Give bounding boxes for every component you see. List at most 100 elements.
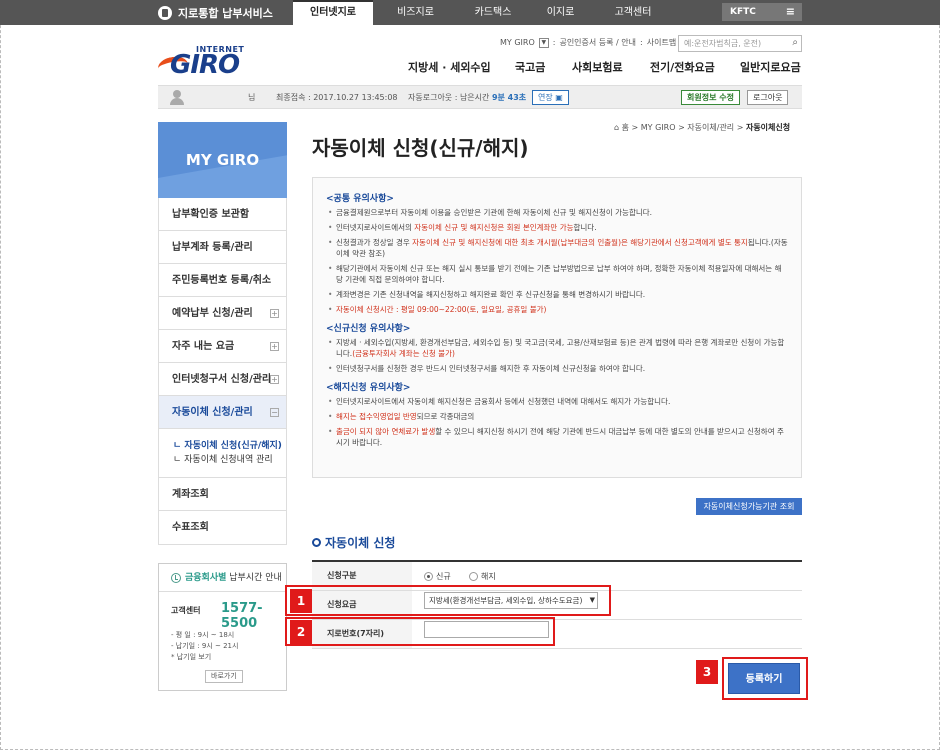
notice-line: 자동이체 신청시간 : 평일 09:00~22:00(토, 일요일, 공휴일 불…: [326, 304, 788, 315]
top-brand-label: 지로통합 납부서비스: [178, 7, 273, 20]
breadcrumb-current: 자동이체신청: [745, 123, 791, 132]
expand-plus-icon[interactable]: +: [270, 375, 279, 384]
logout-button[interactable]: 로그아웃: [747, 90, 789, 105]
annotation-badge-2: 2: [290, 620, 312, 644]
notice-line-text: 금융결제원으로부터 자동이체 이용을 승인받은 기관에 한해 자동이체 신규 및…: [336, 208, 653, 217]
breadcrumb-path: 홈 > MY GIRO > 자동이체/관리 >: [621, 123, 746, 132]
util-separator: :: [552, 38, 556, 47]
form-title: 자동이체 신청: [312, 534, 395, 551]
gnb-social-insurance[interactable]: 사회보험료: [572, 59, 623, 75]
collapse-minus-icon[interactable]: −: [270, 408, 279, 417]
dropdown-icon[interactable]: ▼: [538, 37, 549, 48]
notice-line-highlight: 해지는 접수익영업일 반영: [336, 412, 417, 421]
notice-line-highlight: 출금이 되지 않아 연체료가 발생: [336, 427, 436, 436]
expand-plus-icon[interactable]: +: [270, 309, 279, 318]
sidebar-item-frequent-fees[interactable]: 자주 내는 요금 +: [159, 330, 286, 363]
sidebar-item-autopay[interactable]: 자동이체 신청/관리 −: [159, 396, 286, 429]
sidebar-item-account-mgmt[interactable]: 납부계좌 등록/관리: [159, 231, 286, 264]
util-cert-link[interactable]: 공인인증서 등록 / 안내: [559, 37, 636, 48]
gnb-local-tax[interactable]: 지방세 · 세외수입: [408, 59, 491, 75]
radio-new-label: 신규: [436, 572, 451, 581]
search-placeholder: 예:운전자범칙금, 운전): [684, 39, 762, 48]
gnb-general-giro[interactable]: 일반지로요금: [740, 59, 801, 75]
avatar-icon: [170, 90, 184, 105]
notice-section-heading: <공통 유의사항>: [326, 194, 394, 204]
home-icon[interactable]: ⌂: [614, 123, 619, 132]
notice-line-highlight: 자동이체 신청시간 : 평일 09:00~22:00(토, 일요일, 공휴일 불…: [336, 305, 547, 314]
payment-time-notice: 금융회사별 납부시간 안내 고객센터 1577-5500 - 평 일 : 9시 …: [158, 563, 287, 691]
brand-logo-icon: [158, 6, 172, 20]
top-bar: 지로통합 납부서비스 인터넷지로 비즈지로 카드택스 이지로 고객센터 KFTC…: [0, 0, 940, 25]
tab-biz-giro[interactable]: 비즈지로: [373, 0, 458, 25]
breadcrumb: ⌂ 홈 > MY GIRO > 자동이체/관리 > 자동이체신청: [614, 122, 790, 133]
sidebar-item-reserved-pay[interactable]: 예약납부 신청/관리 +: [159, 297, 286, 330]
notice-line-text: 해당기관에서 자동이체 신규 또는 해지 실시 통보를 받기 전에는 기존 납부…: [336, 264, 782, 284]
annotation-box-1: [285, 585, 611, 616]
notice-line-text: 되므로 각종대금의: [416, 412, 475, 421]
sidebar-item-label: 자동이체 신청/관리: [172, 407, 253, 418]
notice-line-text: 인터넷지로사이트에서의: [336, 223, 415, 232]
util-separator: :: [640, 38, 643, 47]
extend-label: 연장: [538, 93, 553, 102]
clock-icon: [171, 572, 181, 583]
notice-line: 금융결제원으로부터 자동이체 이용을 승인받은 기관에 한해 자동이체 신규 및…: [326, 207, 788, 218]
search-icon[interactable]: ⌕: [792, 37, 798, 48]
radio-cancel[interactable]: 해지: [469, 571, 496, 582]
tab-internet-giro[interactable]: 인터넷지로: [293, 0, 373, 25]
notice-title[interactable]: 금융회사별 납부시간 안내: [159, 564, 286, 592]
notice-line-text: 신청결과가 정상일 경우: [336, 238, 413, 247]
sidebar-item-label: 수표조회: [172, 522, 209, 533]
hours-due-date-link[interactable]: * 납기일 보기: [171, 652, 238, 663]
login-bar: 님 최종접속 : 2017.10.27 13:45:08 자동로그아웃 : 남은…: [158, 85, 802, 109]
gnb-national-treasury[interactable]: 국고금: [515, 59, 545, 75]
utility-links: MY GIRO ▼ : 공인인증서 등록 / 안내 : 사이트맵: [500, 37, 676, 48]
tab-cardtax[interactable]: 카드택스: [458, 0, 528, 25]
notice-line-text: 인터넷청구서를 신청한 경우 반드시 인터넷청구서를 해지한 후 자동이체 신규…: [336, 364, 646, 373]
last-login-text: 최종접속 : 2017.10.27 13:45:08: [276, 93, 398, 102]
available-institutions-button[interactable]: 자동이체신청가능기관 조회: [696, 498, 802, 515]
sidebar-item-ebill[interactable]: 인터넷청구서 신청/관리 +: [159, 363, 286, 396]
sidebar-item-label: 예약납부 신청/관리: [172, 308, 253, 319]
annotation-badge-3: 3: [696, 660, 718, 684]
tab-egiro[interactable]: 이지로: [528, 0, 593, 25]
gnb-electric-phone[interactable]: 전기/전화요금: [650, 59, 715, 75]
sidebar-item-check-inquiry[interactable]: 수표조회: [159, 511, 286, 544]
sidebar-sub-autopay-apply[interactable]: ㄴ 자동이체 신청(신규/해지): [173, 439, 286, 453]
notice-line: 해지는 접수익영업일 반영되므로 각종대금의: [326, 411, 788, 422]
page-title: 자동이체 신청(신규/해지): [312, 136, 529, 160]
sidebar-item-rrn[interactable]: 주민등록번호 등록/취소: [159, 264, 286, 297]
search-input[interactable]: 예:운전자범칙금, 운전) ⌕: [678, 35, 802, 52]
form-title-text: 자동이체 신청: [325, 536, 396, 550]
annotation-box-2: [285, 617, 555, 646]
tab-customer-center[interactable]: 고객센터: [593, 0, 673, 25]
notice-line: 지방세 · 세외수입(지방세, 환경개선부담금, 세외수입 등) 및 국고금(국…: [326, 337, 788, 359]
notice-line: 신청결과가 정상일 경우 자동이체 신규 및 해지신청에 대한 최초 개시월(납…: [326, 237, 788, 259]
notice-line: 해당기관에서 자동이체 신규 또는 해지 실시 통보를 받기 전에는 기존 납부…: [326, 263, 788, 285]
sidebar-submenu: ㄴ 자동이체 신청(신규/해지) ㄴ 자동이체 신청내역 관리: [159, 429, 286, 478]
util-sitemap-link[interactable]: 사이트맵: [647, 37, 676, 48]
member-info-button[interactable]: 회원정보 수정: [681, 90, 740, 105]
sidebar-item-label: 인터넷청구서 신청/관리: [172, 374, 272, 385]
notice-line-text: 합니다.: [573, 223, 597, 232]
customer-center-number: 1577-5500: [221, 601, 263, 631]
giro-logo[interactable]: INTERNET GIRO: [156, 45, 244, 80]
register-button[interactable]: 등록하기: [728, 663, 800, 694]
notice-section-heading: <신규신청 유의사항>: [326, 324, 411, 334]
kftc-menu[interactable]: KFTC ≡: [722, 3, 802, 21]
radio-cancel-indicator[interactable]: [469, 572, 478, 581]
extend-button[interactable]: 연장 ▣: [532, 90, 569, 105]
customer-center-label: 고객센터: [171, 606, 201, 615]
goto-button[interactable]: 바로가기: [205, 670, 243, 683]
notice-line: 인터넷청구서를 신청한 경우 반드시 인터넷청구서를 해지한 후 자동이체 신규…: [326, 363, 788, 374]
auto-logout-prefix: 자동로그아웃 : 남은시간: [408, 93, 490, 102]
radio-new[interactable]: 신규: [424, 571, 451, 582]
notice-line-highlight: 자동이체 신규 및 해지신청에 대한 최초 개시월(납부대금의 인출월)은 해당…: [412, 238, 748, 247]
expand-plus-icon[interactable]: +: [270, 342, 279, 351]
util-mygiro-link[interactable]: MY GIRO: [500, 38, 535, 47]
notice-line-highlight: 자동이체 신규 및 해지신청은 회원 본인계좌만 가능: [414, 223, 574, 232]
sidebar-item-account-inquiry[interactable]: 계좌조회: [159, 478, 286, 511]
sidebar-sub-autopay-history[interactable]: ㄴ 자동이체 신청내역 관리: [173, 453, 286, 467]
top-brand[interactable]: 지로통합 납부서비스: [158, 5, 273, 21]
radio-new-indicator[interactable]: [424, 572, 433, 581]
sidebar-item-receipt-box[interactable]: 납부확인증 보관함: [159, 198, 286, 231]
